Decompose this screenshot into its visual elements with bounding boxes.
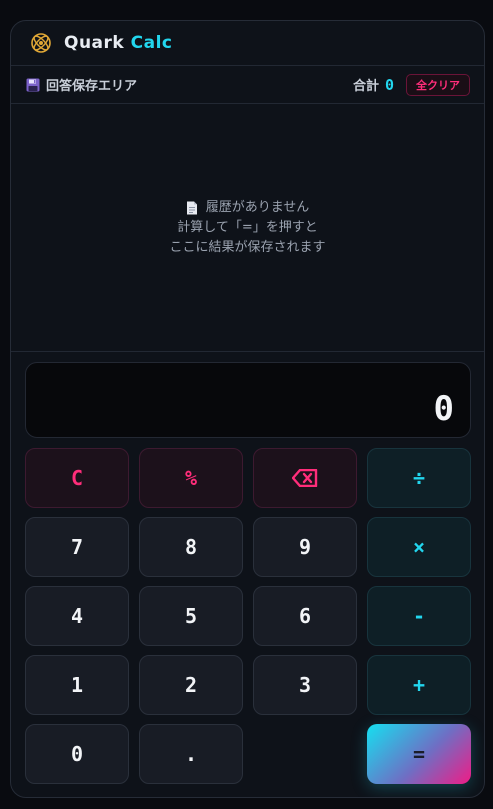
backspace-icon <box>292 469 318 487</box>
display-value: 0 <box>433 389 454 429</box>
equals-button[interactable]: = <box>367 724 471 784</box>
atom-logo-icon <box>31 33 51 53</box>
title-bar: Quark Calc <box>11 21 484 66</box>
history-panel: 履歴がありません 計算して「=」を押すと ここに結果が保存されます <box>11 104 484 352</box>
keypad-empty-slot <box>253 724 357 784</box>
clear-all-button[interactable]: 全クリア <box>406 73 470 96</box>
backspace-button[interactable] <box>253 448 357 508</box>
keypad: C % ÷ 7 8 9 × 4 5 6 - 1 2 3 + 0 . = <box>25 448 472 784</box>
result-display: 0 <box>25 362 471 438</box>
clear-button[interactable]: C <box>25 448 129 508</box>
empty-history-title: 履歴がありません <box>205 199 310 215</box>
save-area-header: 回答保存エリア 合計 0 全クリア <box>11 66 484 104</box>
digit-1-button[interactable]: 1 <box>25 655 129 715</box>
app-title-part2: Calc <box>130 33 173 53</box>
decimal-point-button[interactable]: . <box>139 724 243 784</box>
empty-history-message: 履歴がありません <box>186 198 310 218</box>
history-hint-line1: 計算して「=」を押すと <box>177 219 318 235</box>
divide-button[interactable]: ÷ <box>367 448 471 508</box>
digit-6-button[interactable]: 6 <box>253 586 357 646</box>
floppy-disk-icon <box>26 78 40 91</box>
total-label: 合計 <box>352 79 379 94</box>
digit-8-button[interactable]: 8 <box>139 517 243 577</box>
document-icon <box>186 201 197 214</box>
digit-9-button[interactable]: 9 <box>253 517 357 577</box>
digit-0-button[interactable]: 0 <box>25 724 129 784</box>
history-hint-line2: ここに結果が保存されます <box>169 239 326 255</box>
digit-7-button[interactable]: 7 <box>25 517 129 577</box>
digit-4-button[interactable]: 4 <box>25 586 129 646</box>
percent-button[interactable]: % <box>139 448 243 508</box>
app-title-part1: Quark <box>64 33 125 53</box>
digit-5-button[interactable]: 5 <box>139 586 243 646</box>
app-title: Quark Calc <box>64 33 173 53</box>
digit-3-button[interactable]: 3 <box>253 655 357 715</box>
minus-button[interactable]: - <box>367 586 471 646</box>
digit-2-button[interactable]: 2 <box>139 655 243 715</box>
total-value: 0 <box>384 75 394 94</box>
save-area-label: 回答保存エリア <box>46 79 138 94</box>
plus-button[interactable]: + <box>367 655 471 715</box>
multiply-button[interactable]: × <box>367 517 471 577</box>
calculator-window: Quark Calc 回答保存エリア 合計 0 全クリア 履歴がありません 計算… <box>10 20 485 798</box>
